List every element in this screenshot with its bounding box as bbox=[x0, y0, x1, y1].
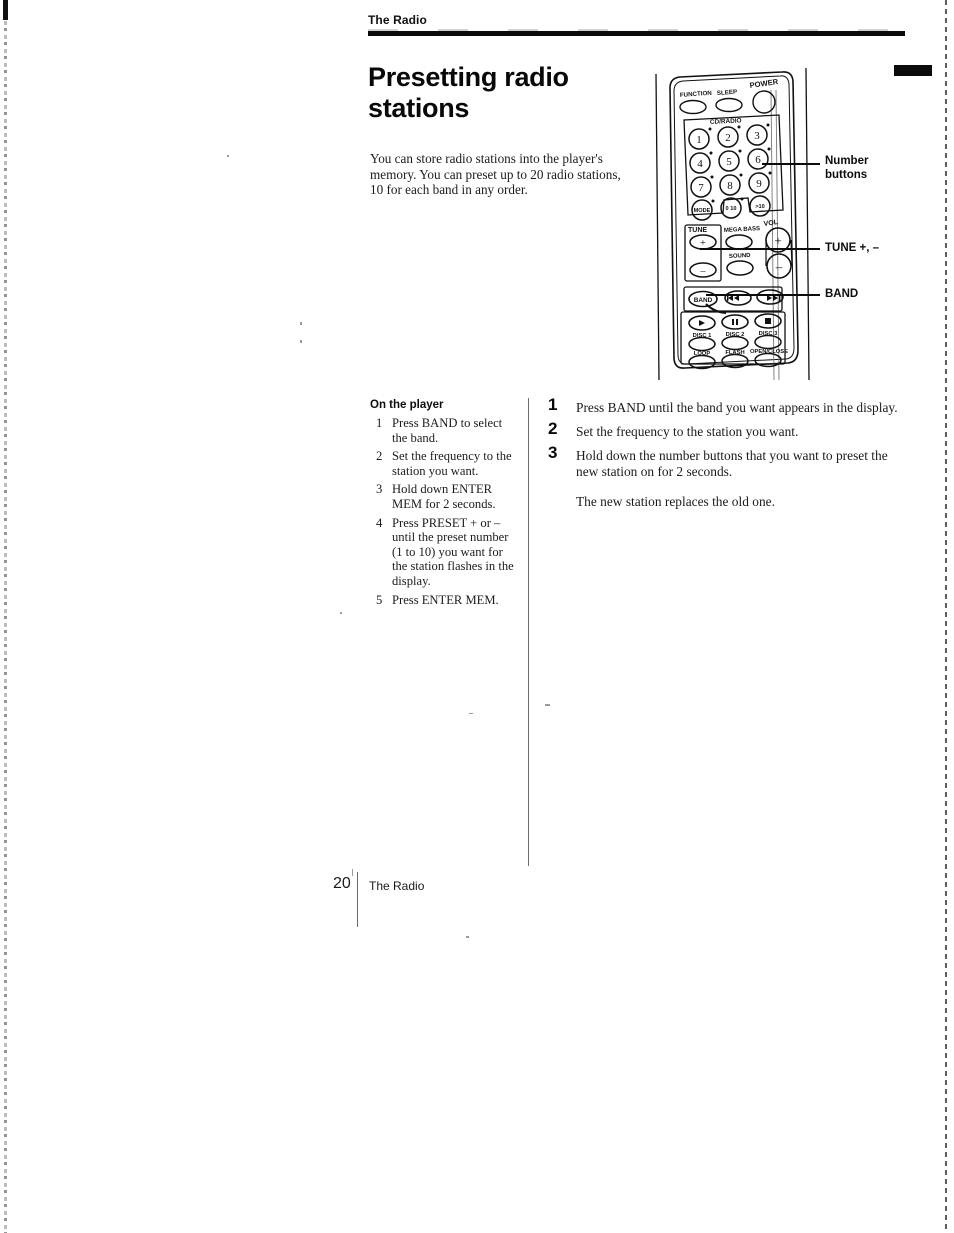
list-item: 2 Set the frequency to the station you w… bbox=[370, 449, 515, 478]
list-item: 5 Press ENTER MEM. bbox=[370, 593, 515, 608]
svg-text:FUNCTION: FUNCTION bbox=[680, 90, 713, 99]
svg-text:0 10: 0 10 bbox=[726, 206, 737, 212]
callout-leader-tune bbox=[700, 248, 820, 250]
scan-speck bbox=[340, 612, 342, 614]
step-number: 4 bbox=[376, 515, 383, 530]
step-number: 3 bbox=[548, 443, 558, 462]
svg-text:VOL: VOL bbox=[763, 219, 779, 228]
svg-text:CD/RADIO: CD/RADIO bbox=[710, 117, 742, 126]
step-text: Hold down the number buttons that you wa… bbox=[576, 448, 888, 479]
callout-tune: TUNE +, – bbox=[825, 242, 880, 254]
on-the-player-steps: 1 Press BAND to select the band. 2 Set t… bbox=[370, 416, 515, 607]
step-text: Press ENTER MEM. bbox=[392, 592, 499, 607]
list-item: 1 Press BAND to select the band. bbox=[370, 416, 515, 445]
header-rule bbox=[368, 29, 905, 36]
step-number: 3 bbox=[376, 482, 383, 497]
step-text: Press PRESET + or – until the preset num… bbox=[392, 515, 514, 588]
svg-text:+: + bbox=[774, 233, 781, 248]
list-item: 1 Press BAND until the band you want app… bbox=[548, 395, 908, 416]
svg-text:TUNE: TUNE bbox=[688, 227, 707, 234]
step-number: 5 bbox=[376, 592, 383, 607]
scan-speck bbox=[352, 869, 353, 876]
running-head: The Radio bbox=[368, 13, 427, 27]
svg-text:4: 4 bbox=[697, 158, 703, 170]
svg-text:POWER: POWER bbox=[749, 77, 779, 90]
scan-speck bbox=[545, 704, 550, 706]
procedure-note: The new station replaces the old one. bbox=[576, 494, 775, 509]
column-divider-rule bbox=[528, 398, 529, 866]
svg-text:3: 3 bbox=[754, 130, 760, 142]
svg-text:7: 7 bbox=[698, 182, 704, 194]
svg-text:1: 1 bbox=[696, 134, 702, 146]
svg-text:–: – bbox=[775, 259, 783, 274]
callout-leader-band bbox=[706, 294, 820, 296]
list-item: 3 Hold down ENTER MEM for 2 seconds. bbox=[370, 482, 515, 511]
page-title: Presetting radio stations bbox=[368, 62, 569, 124]
intro-paragraph: You can store radio stations into the pl… bbox=[370, 151, 621, 198]
scan-speck bbox=[227, 155, 229, 157]
scan-speck bbox=[466, 936, 469, 938]
scan-edge-artifact-right bbox=[945, 0, 947, 1233]
scan-edge-artifact-left bbox=[4, 0, 7, 1233]
scan-edge-artifact-left-top bbox=[3, 0, 8, 20]
svg-text:MODE: MODE bbox=[694, 208, 711, 214]
main-procedure-steps: 1 Press BAND until the band you want app… bbox=[548, 395, 908, 480]
remote-control-figure: FUNCTION SLEEP POWER CD/RADIO 1 2 3 4 5 6 7 8… bbox=[640, 50, 820, 390]
svg-text:–: – bbox=[700, 266, 707, 277]
callout-number-buttons: Number buttons bbox=[825, 155, 869, 181]
footer-divider-rule bbox=[357, 872, 358, 927]
svg-text:8: 8 bbox=[727, 180, 733, 192]
svg-text:MEGA BASS: MEGA BASS bbox=[724, 226, 760, 234]
step-text: Press BAND to select the band. bbox=[392, 416, 503, 445]
step-text: Set the frequency to the station you wan… bbox=[392, 449, 512, 478]
callout-band: BAND bbox=[825, 288, 859, 300]
scan-blot-artifact bbox=[894, 65, 932, 76]
main-procedure-section: 1 Press BAND until the band you want app… bbox=[548, 395, 908, 510]
scan-speck bbox=[300, 322, 302, 325]
scan-speck bbox=[469, 713, 473, 714]
step-number: 2 bbox=[548, 419, 558, 438]
footer-section-label: The Radio bbox=[369, 879, 425, 893]
step-number: 1 bbox=[548, 395, 558, 414]
on-the-player-section: On the player 1 Press BAND to select the… bbox=[370, 399, 515, 611]
page-number: 20 bbox=[333, 875, 351, 892]
list-item: 3 Hold down the number buttons that you … bbox=[548, 443, 908, 480]
svg-text:>10: >10 bbox=[755, 204, 765, 210]
step-number: 2 bbox=[376, 449, 383, 464]
callout-leader-number-buttons bbox=[762, 163, 820, 165]
svg-text:BAND: BAND bbox=[694, 297, 713, 304]
on-the-player-heading: On the player bbox=[370, 399, 444, 411]
step-text: Set the frequency to the station you wan… bbox=[576, 424, 799, 439]
step-number: 1 bbox=[376, 416, 383, 430]
svg-text:SOUND: SOUND bbox=[729, 253, 752, 260]
scan-speck bbox=[300, 340, 302, 343]
svg-text:9: 9 bbox=[756, 178, 762, 190]
list-item: 2 Set the frequency to the station you w… bbox=[548, 419, 908, 440]
step-text: Hold down ENTER MEM for 2 seconds. bbox=[392, 482, 496, 511]
svg-text:SLEEP: SLEEP bbox=[717, 89, 738, 97]
svg-text:5: 5 bbox=[726, 156, 732, 168]
svg-text:2: 2 bbox=[725, 132, 731, 144]
list-item: 4 Press PRESET + or – until the preset n… bbox=[370, 516, 515, 589]
step-text: Press BAND until the band you want appea… bbox=[576, 400, 898, 415]
svg-text:6: 6 bbox=[755, 154, 761, 166]
